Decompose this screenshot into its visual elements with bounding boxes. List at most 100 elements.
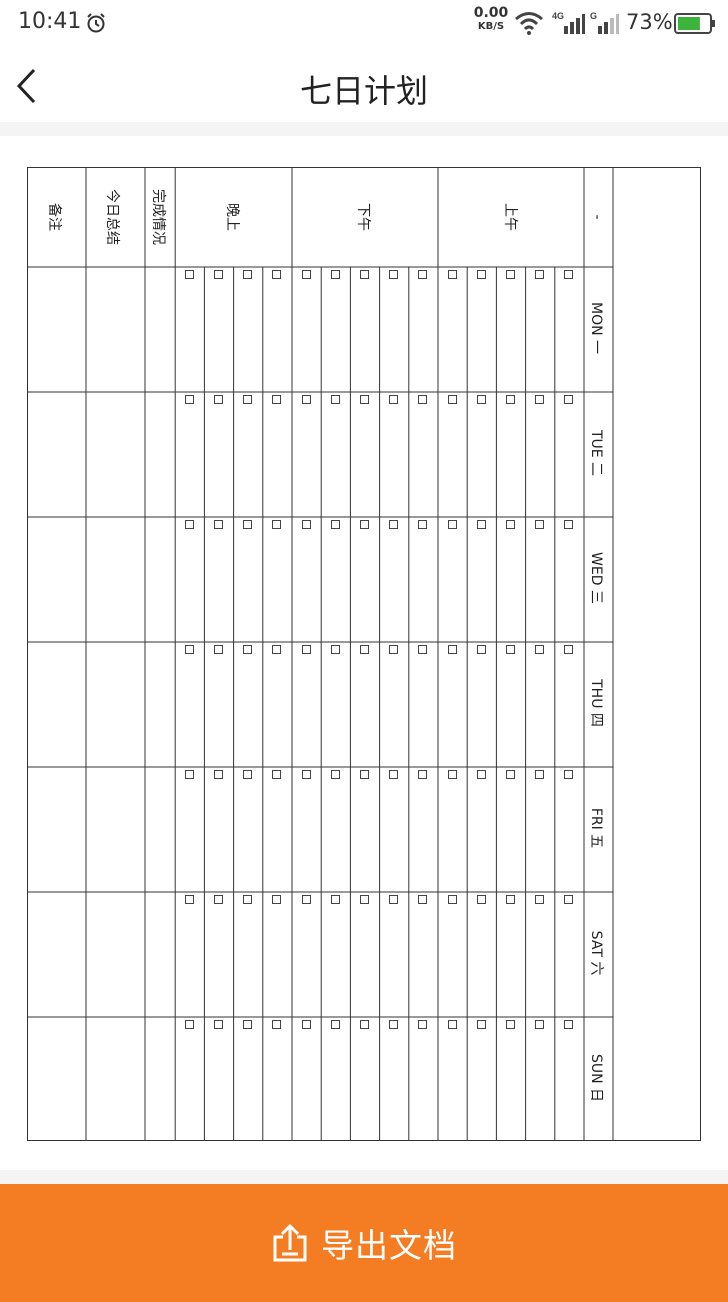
task-checkbox[interactable] xyxy=(243,645,253,654)
task-checkbox[interactable] xyxy=(214,270,223,279)
task-checkbox[interactable] xyxy=(243,395,253,404)
task-checkbox[interactable] xyxy=(564,770,574,779)
task-checkbox[interactable] xyxy=(184,895,194,904)
task-checkbox[interactable] xyxy=(301,895,311,904)
task-checkbox[interactable] xyxy=(243,520,253,529)
task-checkbox[interactable] xyxy=(214,520,223,529)
task-checkbox[interactable] xyxy=(389,895,399,904)
task-checkbox[interactable] xyxy=(184,270,194,279)
task-checkbox[interactable] xyxy=(330,1020,340,1029)
task-checkbox[interactable] xyxy=(301,770,311,779)
task-checkbox[interactable] xyxy=(535,1020,545,1029)
task-checkbox[interactable] xyxy=(535,645,545,654)
task-checkbox[interactable] xyxy=(447,645,457,654)
task-checkbox[interactable] xyxy=(476,895,486,904)
task-checkbox[interactable] xyxy=(389,395,399,404)
task-checkbox[interactable] xyxy=(418,645,428,654)
task-checkbox[interactable] xyxy=(214,1020,223,1029)
task-checkbox[interactable] xyxy=(360,645,369,654)
task-checkbox[interactable] xyxy=(476,1020,486,1029)
task-checkbox[interactable] xyxy=(301,520,311,529)
task-checkbox[interactable] xyxy=(447,1020,457,1029)
task-checkbox[interactable] xyxy=(330,895,340,904)
task-checkbox[interactable] xyxy=(389,520,399,529)
task-checkbox[interactable] xyxy=(330,645,340,654)
task-checkbox[interactable] xyxy=(214,895,223,904)
task-checkbox[interactable] xyxy=(535,895,545,904)
task-checkbox[interactable] xyxy=(360,1020,369,1029)
task-checkbox[interactable] xyxy=(564,270,574,279)
task-checkbox[interactable] xyxy=(301,395,311,404)
task-checkbox[interactable] xyxy=(360,770,369,779)
task-checkbox[interactable] xyxy=(506,520,515,529)
task-checkbox[interactable] xyxy=(243,770,253,779)
task-checkbox[interactable] xyxy=(272,395,282,404)
task-checkbox[interactable] xyxy=(214,770,223,779)
task-checkbox[interactable] xyxy=(506,895,515,904)
task-checkbox[interactable] xyxy=(360,270,369,279)
task-checkbox[interactable] xyxy=(476,645,486,654)
task-checkbox[interactable] xyxy=(506,645,515,654)
task-checkbox[interactable] xyxy=(506,1020,515,1029)
task-checkbox[interactable] xyxy=(272,645,282,654)
task-checkbox[interactable] xyxy=(535,520,545,529)
task-checkbox[interactable] xyxy=(564,645,574,654)
task-checkbox[interactable] xyxy=(418,520,428,529)
task-checkbox[interactable] xyxy=(476,770,486,779)
task-checkbox[interactable] xyxy=(418,895,428,904)
task-checkbox[interactable] xyxy=(389,645,399,654)
task-checkbox[interactable] xyxy=(272,1020,282,1029)
task-checkbox[interactable] xyxy=(564,895,574,904)
task-checkbox[interactable] xyxy=(184,395,194,404)
task-checkbox[interactable] xyxy=(214,645,223,654)
task-checkbox[interactable] xyxy=(506,270,515,279)
task-checkbox[interactable] xyxy=(564,1020,574,1029)
task-checkbox[interactable] xyxy=(301,1020,311,1029)
task-checkbox[interactable] xyxy=(564,395,574,404)
task-checkbox[interactable] xyxy=(184,770,194,779)
task-checkbox[interactable] xyxy=(447,520,457,529)
task-checkbox[interactable] xyxy=(447,770,457,779)
task-checkbox[interactable] xyxy=(476,395,486,404)
task-checkbox[interactable] xyxy=(272,270,282,279)
task-checkbox[interactable] xyxy=(360,895,369,904)
task-checkbox[interactable] xyxy=(506,395,515,404)
task-checkbox[interactable] xyxy=(418,1020,428,1029)
task-checkbox[interactable] xyxy=(476,520,486,529)
task-checkbox[interactable] xyxy=(418,770,428,779)
task-checkbox[interactable] xyxy=(330,770,340,779)
task-checkbox[interactable] xyxy=(184,520,194,529)
task-checkbox[interactable] xyxy=(476,270,486,279)
task-checkbox[interactable] xyxy=(184,645,194,654)
task-checkbox[interactable] xyxy=(447,395,457,404)
task-checkbox[interactable] xyxy=(389,1020,399,1029)
task-checkbox[interactable] xyxy=(330,270,340,279)
task-checkbox[interactable] xyxy=(535,395,545,404)
task-checkbox[interactable] xyxy=(389,270,399,279)
task-checkbox[interactable] xyxy=(418,270,428,279)
task-checkbox[interactable] xyxy=(272,770,282,779)
task-checkbox[interactable] xyxy=(360,395,369,404)
task-checkbox[interactable] xyxy=(506,770,515,779)
task-checkbox[interactable] xyxy=(535,270,545,279)
day-label-sun: SUN 日 xyxy=(588,1053,604,1103)
task-checkbox[interactable] xyxy=(447,270,457,279)
task-checkbox[interactable] xyxy=(535,770,545,779)
task-checkbox[interactable] xyxy=(360,520,369,529)
task-checkbox[interactable] xyxy=(418,395,428,404)
task-checkbox[interactable] xyxy=(564,520,574,529)
task-checkbox[interactable] xyxy=(184,1020,194,1029)
export-document-button[interactable]: 导出文档 xyxy=(0,1184,728,1302)
task-checkbox[interactable] xyxy=(243,895,253,904)
task-checkbox[interactable] xyxy=(389,770,399,779)
task-checkbox[interactable] xyxy=(243,1020,253,1029)
task-checkbox[interactable] xyxy=(301,270,311,279)
task-checkbox[interactable] xyxy=(330,520,340,529)
task-checkbox[interactable] xyxy=(301,645,311,654)
task-checkbox[interactable] xyxy=(272,520,282,529)
task-checkbox[interactable] xyxy=(272,895,282,904)
task-checkbox[interactable] xyxy=(243,270,253,279)
task-checkbox[interactable] xyxy=(214,395,223,404)
task-checkbox[interactable] xyxy=(447,895,457,904)
task-checkbox[interactable] xyxy=(330,395,340,404)
